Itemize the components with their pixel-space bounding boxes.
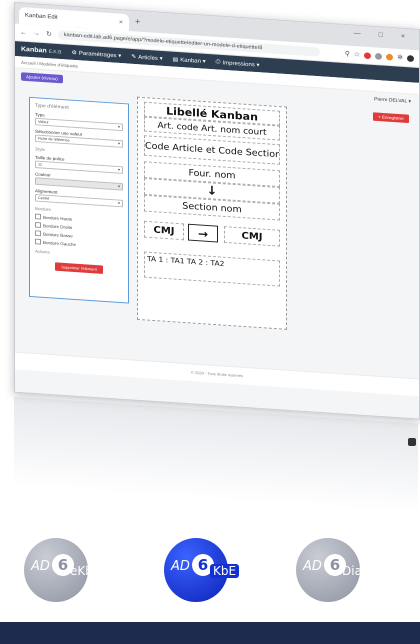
product-logos: AD 6 eKb AD 6 KbE AD 6 Diag — [0, 530, 420, 620]
editor-area: Type d'élément Type Valeur ▾ Sélectionner… — [15, 83, 419, 389]
label-canvas[interactable]: Libellé Kanban Art. code Art. nom court … — [137, 96, 287, 330]
reload-icon[interactable]: ↻ — [46, 30, 52, 38]
puzzle-icon[interactable]: ✲ — [397, 53, 403, 61]
settings-icon: ⚙ — [71, 49, 77, 56]
tag-icon: ✎ — [131, 53, 137, 60]
logo-ad6-kbe: AD 6 KbE — [164, 538, 240, 602]
tab-title: Kanban Edit — [25, 12, 58, 21]
printer-icon: ⎙ — [215, 58, 221, 65]
cmj-right[interactable]: CMJ — [224, 226, 280, 247]
new-tab-button[interactable]: + — [135, 17, 140, 27]
window-controls[interactable]: — □ × — [354, 30, 413, 40]
nav-articles[interactable]: ✎ Articles ▾ — [131, 53, 162, 62]
logo-ad6-diag: AD 6 Diag — [296, 538, 370, 602]
chevron-down-icon: ▾ — [117, 200, 120, 206]
delete-element-button[interactable]: Supprimer l'élément — [55, 262, 103, 274]
logo-ad6-ekb: AD 6 eKb — [24, 538, 93, 602]
chevron-down-icon: ▾ — [117, 167, 120, 172]
kanban-icon: ▤ — [172, 56, 179, 63]
bottom-bar — [0, 622, 420, 644]
nav-parametrages[interactable]: ⚙ Paramétrages ▾ — [71, 49, 121, 59]
label-line-code-section[interactable]: Code Article et Code Section — [144, 135, 280, 165]
chevron-down-icon: ▾ — [117, 140, 120, 146]
search-icon[interactable]: ⚲ — [345, 50, 350, 58]
ta-row[interactable]: TA 1 : TA1 TA 2 : TA2 — [144, 251, 280, 287]
back-icon[interactable]: ← — [20, 29, 27, 36]
app-brand[interactable]: Kanban E.K.B — [21, 46, 61, 55]
nav-impressions[interactable]: ⎙ Impressions ▾ — [216, 59, 260, 68]
forward-icon[interactable]: → — [33, 30, 40, 37]
extension-red-icon[interactable] — [364, 51, 372, 59]
actions-heading: Actions — [35, 248, 50, 255]
arrow-right-icon[interactable]: → — [188, 223, 218, 243]
user-menu[interactable]: Pierre DELVAL ▾ — [374, 97, 411, 105]
save-button[interactable]: + Enregistrer — [373, 112, 409, 124]
extensions: ⚲ ☆ ✲ — [345, 50, 414, 62]
add-level-button[interactable]: Ajouter (niveau) — [21, 71, 63, 83]
side-toggle-icon[interactable] — [408, 438, 416, 446]
nav-kanban[interactable]: ▤ Kanban ▾ — [173, 56, 206, 65]
extension-grey-icon[interactable] — [375, 52, 383, 60]
browser-window: Kanban Edit × + — □ × ← → ↻ kanban-edit.… — [14, 2, 420, 420]
profile-icon[interactable] — [407, 54, 414, 62]
chevron-down-icon: ▾ — [117, 124, 120, 130]
extension-orange-icon[interactable] — [386, 53, 394, 61]
cmj-left[interactable]: CMJ — [144, 220, 184, 241]
properties-panel: Type d'élément Type Valeur ▾ Sélectionner… — [29, 96, 129, 304]
chevron-down-icon: ▾ — [117, 183, 120, 189]
star-icon[interactable]: ☆ — [354, 51, 360, 59]
close-icon[interactable]: × — [119, 19, 123, 26]
